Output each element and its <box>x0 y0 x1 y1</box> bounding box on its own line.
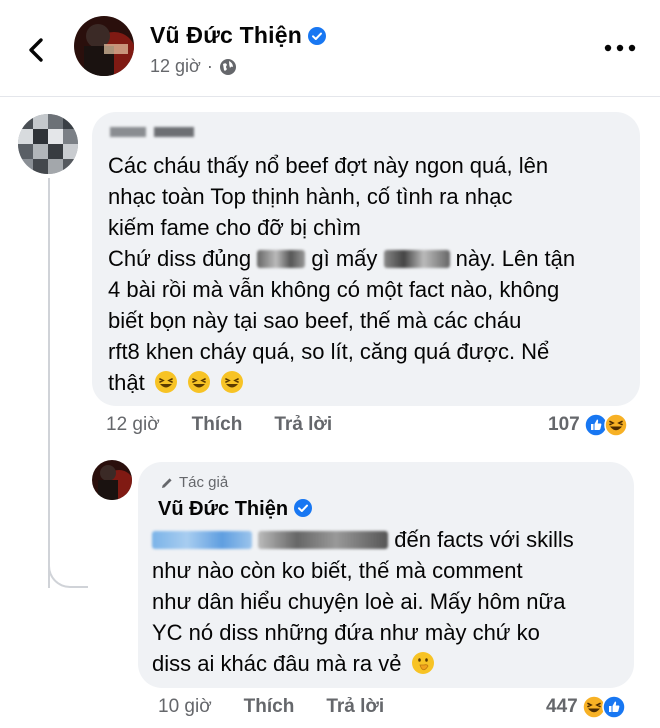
haha-reaction-icon <box>603 413 628 437</box>
censored-word <box>257 250 306 268</box>
reply-actions: 10 giờ Thích Trả lời <box>158 696 384 718</box>
commenter-avatar[interactable] <box>18 114 78 174</box>
post-meta: 12 giờ · <box>150 56 237 77</box>
reply-text: đến facts với skills như nào còn ko biết… <box>152 527 574 676</box>
laughing-emoji-icon <box>221 371 244 393</box>
reply-reaction-summary[interactable]: 447 <box>546 695 626 719</box>
verified-badge-icon <box>294 499 313 517</box>
verified-badge-icon <box>307 27 326 45</box>
hand-over-mouth-emoji-icon <box>411 652 434 674</box>
globe-icon <box>219 58 236 75</box>
tagged-name-blurred[interactable] <box>152 531 252 549</box>
reply-reply-button[interactable]: Trả lời <box>326 696 384 718</box>
like-button[interactable]: Thích <box>192 414 243 436</box>
dot-separator: · <box>206 56 213 76</box>
laughing-emoji-icon <box>187 371 210 393</box>
pen-icon <box>162 477 172 488</box>
reply-button[interactable]: Trả lời <box>274 414 332 436</box>
author-tag: Tác giả <box>160 474 228 491</box>
post-header: Vũ Đức Thiện 12 giờ · <box>0 0 660 97</box>
back-arrow-icon[interactable] <box>22 36 50 64</box>
comment-time[interactable]: 12 giờ <box>106 414 160 436</box>
laughing-emoji-icon <box>154 371 177 393</box>
reply-reaction-count: 447 <box>546 696 578 717</box>
author-name[interactable]: Vũ Đức Thiện <box>150 22 326 49</box>
censored-word <box>258 531 389 549</box>
reaction-count: 107 <box>548 414 580 435</box>
commenter-name-blurred[interactable] <box>110 124 200 140</box>
like-reaction-icon <box>601 695 626 719</box>
censored-word <box>383 250 450 268</box>
reply-time[interactable]: 10 giờ <box>158 696 212 718</box>
reply-author-avatar[interactable] <box>92 460 132 500</box>
post-time[interactable]: 12 giờ <box>150 56 201 77</box>
thread-connector <box>48 440 88 588</box>
comment-actions: 12 giờ Thích Trả lời <box>106 414 332 436</box>
more-options-icon[interactable] <box>604 44 636 52</box>
reply-like-button[interactable]: Thích <box>244 696 295 718</box>
comment-text: Các cháu thấy nổ beef đợt này ngon quá, … <box>108 153 576 395</box>
reaction-summary[interactable]: 107 <box>548 413 628 437</box>
author-avatar[interactable] <box>74 16 134 76</box>
reply-author-name[interactable]: Vũ Đức Thiện <box>158 498 313 521</box>
